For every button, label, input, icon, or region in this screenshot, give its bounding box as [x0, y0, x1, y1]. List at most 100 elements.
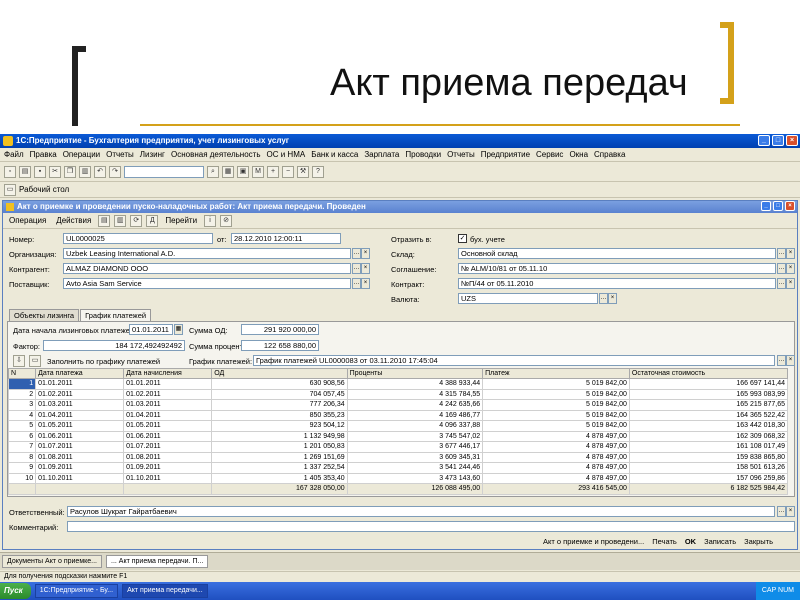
- fill-by-schedule-button[interactable]: Заполнить по графику платежей: [47, 357, 160, 366]
- act-print-button[interactable]: Акт о приемке и проведени...: [543, 537, 644, 546]
- plan-pick-icon[interactable]: …: [777, 355, 786, 366]
- column-header[interactable]: Платеж: [482, 368, 630, 379]
- undo-icon[interactable]: ↶: [94, 165, 106, 178]
- org-field[interactable]: Uzbek Leasing International A.D.: [63, 248, 351, 259]
- supplier-clear-icon[interactable]: ×: [361, 278, 370, 289]
- plan-field[interactable]: График платежей UL0000083 от 03.11.2010 …: [253, 355, 775, 366]
- menu-item-10[interactable]: Отчеты: [447, 150, 475, 159]
- doc-close-button[interactable]: ×: [785, 201, 795, 211]
- agreement-clear-icon[interactable]: ×: [786, 263, 795, 274]
- taskbar-app[interactable]: 1С:Предприятие - Бу...: [34, 584, 119, 598]
- menu-item-1[interactable]: Правка: [30, 150, 57, 159]
- save-icon[interactable]: ▪: [34, 165, 46, 178]
- dt-kt-icon[interactable]: Д: [146, 214, 159, 227]
- menu-item-0[interactable]: Файл: [4, 150, 24, 159]
- currency-pick-icon[interactable]: …: [599, 293, 608, 304]
- close-doc-button[interactable]: Закрыть: [744, 537, 773, 546]
- menu-item-12[interactable]: Сервис: [536, 150, 563, 159]
- start-date-field[interactable]: 01.01.2011: [129, 324, 173, 335]
- menu-item-13[interactable]: Окна: [569, 150, 588, 159]
- warehouse-field[interactable]: Основной склад: [458, 248, 776, 259]
- taskbar-doc[interactable]: Акт приема передачи...: [122, 584, 208, 598]
- open-icon[interactable]: ▤: [19, 165, 31, 178]
- save-button[interactable]: Записать: [704, 537, 736, 546]
- tools-icon[interactable]: ⚒: [297, 165, 309, 178]
- refresh-icon[interactable]: ⟳: [130, 214, 143, 227]
- maximize-button[interactable]: □: [772, 135, 784, 146]
- menu-item-14[interactable]: Справка: [594, 150, 625, 159]
- number-field[interactable]: UL0000025: [63, 233, 213, 244]
- calc-icon[interactable]: ▦: [222, 165, 234, 178]
- supplier-pick-icon[interactable]: …: [352, 278, 361, 289]
- menu-item-4[interactable]: Лизинг: [140, 150, 165, 159]
- table-row[interactable]: 2 01.02.2011 01.02.2011 704 057,45 4 315 784…: [7, 388, 789, 400]
- contract-pick-icon[interactable]: …: [777, 278, 786, 289]
- currency-clear-icon[interactable]: ×: [608, 293, 617, 304]
- warehouse-clear-icon[interactable]: ×: [786, 248, 795, 259]
- table-row[interactable]: 9 01.09.2011 01.09.2011 1 337 252,54 3 541 2…: [7, 462, 789, 474]
- paste-icon[interactable]: ▥: [79, 165, 91, 178]
- minimize-button[interactable]: _: [758, 135, 770, 146]
- responsible-clear-icon[interactable]: ×: [786, 506, 795, 517]
- table-row[interactable]: 1 01.01.2011 01.01.2011 630 908,56 4 388 933…: [7, 378, 789, 390]
- contract-clear-icon[interactable]: ×: [786, 278, 795, 289]
- fill-icon[interactable]: ⇩: [13, 355, 25, 367]
- contractor-clear-icon[interactable]: ×: [361, 263, 370, 274]
- m-plus-icon[interactable]: +: [267, 165, 279, 178]
- date-field[interactable]: 28.12.2010 12:00:11: [231, 233, 341, 244]
- start-button[interactable]: Пуск: [0, 583, 31, 599]
- tab-payment-schedule[interactable]: График платежей: [80, 309, 152, 321]
- menu-item-8[interactable]: Зарплата: [364, 150, 399, 159]
- menu-item-9[interactable]: Проводки: [405, 150, 441, 159]
- comment-field[interactable]: [67, 521, 795, 532]
- copy-icon[interactable]: ❐: [64, 165, 76, 178]
- column-header[interactable]: ОД: [211, 368, 348, 379]
- search-combo[interactable]: [124, 165, 204, 178]
- org-clear-icon[interactable]: ×: [361, 248, 370, 259]
- warehouse-pick-icon[interactable]: …: [777, 248, 786, 259]
- print-button[interactable]: Печать: [652, 537, 677, 546]
- column-header[interactable]: Дата начисления: [123, 368, 213, 379]
- contractor-pick-icon[interactable]: …: [352, 263, 361, 274]
- m-icon[interactable]: M: [252, 165, 264, 178]
- od-sum-field[interactable]: 291 920 000,00: [241, 324, 319, 335]
- currency-field[interactable]: UZS: [458, 293, 598, 304]
- menu-item-5[interactable]: Основная деятельность: [171, 150, 261, 159]
- menu-item-3[interactable]: Отчеты: [106, 150, 134, 159]
- close-button[interactable]: ×: [786, 135, 798, 146]
- accounting-checkbox[interactable]: ✓: [458, 234, 467, 243]
- responsible-field[interactable]: Расулов Шукрат Гайратбаевич: [67, 506, 775, 517]
- table-row[interactable]: 10 01.10.2011 01.10.2011 1 405 353,40 3 473 …: [7, 472, 789, 484]
- agreement-pick-icon[interactable]: …: [777, 263, 786, 274]
- table-row[interactable]: 3 01.03.2011 01.03.2011 777 206,34 4 242 635…: [7, 399, 789, 411]
- operation-menu[interactable]: Операция: [6, 216, 49, 225]
- cut-icon[interactable]: ✂: [49, 165, 61, 178]
- actions-menu[interactable]: Действия: [53, 216, 94, 225]
- redo-icon[interactable]: ↷: [109, 165, 121, 178]
- goto-menu[interactable]: Перейти: [162, 216, 200, 225]
- interest-sum-field[interactable]: 122 658 880,00: [241, 340, 319, 351]
- contract-field[interactable]: №П/44 от 05.11.2010: [458, 278, 776, 289]
- factor-field[interactable]: 184 172,492492492: [43, 340, 185, 351]
- unpost-icon[interactable]: ▥: [114, 214, 127, 227]
- contractor-field[interactable]: ALMAZ DIAMOND ООО: [63, 263, 351, 274]
- table-row[interactable]: 4 01.04.2011 01.04.2011 850 355,23 4 169 486…: [7, 409, 789, 421]
- menu-item-6[interactable]: ОС и НМА: [267, 150, 306, 159]
- supplier-field[interactable]: Avto Asia Sam Service: [63, 278, 351, 289]
- org-pick-icon[interactable]: …: [352, 248, 361, 259]
- column-header[interactable]: N: [7, 368, 37, 379]
- window-tab-documents[interactable]: Документы Акт о приемке...: [2, 555, 102, 568]
- window-tab-act[interactable]: ... Акт приема передачи. П...: [106, 555, 209, 568]
- doc-minimize-button[interactable]: _: [761, 201, 771, 211]
- m-minus-icon[interactable]: −: [282, 165, 294, 178]
- column-header[interactable]: Дата платежа: [35, 368, 125, 379]
- clear-table-icon[interactable]: ▭: [29, 355, 41, 367]
- table-row[interactable]: 6 01.06.2011 01.06.2011 1 132 949,98 3 745 5…: [7, 430, 789, 442]
- menu-item-11[interactable]: Предприятие: [481, 150, 530, 159]
- doc-maximize-button[interactable]: □: [773, 201, 783, 211]
- attach-icon[interactable]: ⊘: [220, 214, 233, 227]
- post-icon[interactable]: ▤: [98, 214, 111, 227]
- plan-clear-icon[interactable]: ×: [786, 355, 795, 366]
- ok-button[interactable]: OK: [685, 537, 696, 546]
- agreement-field[interactable]: № ALM/10/81 от 05.11.10: [458, 263, 776, 274]
